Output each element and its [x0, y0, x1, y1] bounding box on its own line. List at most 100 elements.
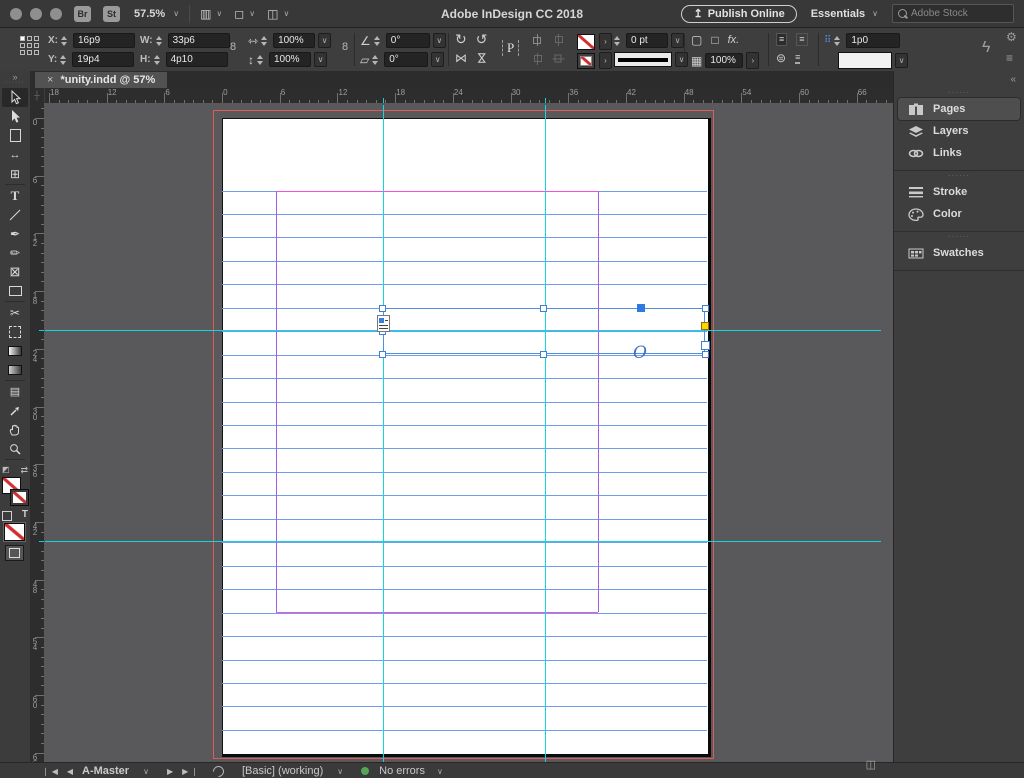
selection-handle[interactable]	[540, 350, 548, 358]
adobe-stock-search[interactable]: Adobe Stock	[892, 4, 1014, 23]
margin-guide-top[interactable]	[275, 190, 598, 192]
content-collector-tool[interactable]: ⊞	[2, 164, 28, 183]
next-page-button[interactable]: ▶	[167, 767, 173, 776]
stroke-type-dropdown[interactable]: ∨	[675, 52, 688, 67]
wrap-none-button[interactable]: ≡	[776, 33, 788, 46]
ruler-guide-horizontal[interactable]	[222, 260, 707, 262]
rotation-input[interactable]: 0°	[385, 33, 430, 48]
frame-tool[interactable]: ⊠	[2, 262, 28, 281]
pen-tool[interactable]: ✒	[2, 224, 28, 243]
gradient-swatch-tool[interactable]	[2, 341, 28, 360]
canvas-pasteboard[interactable]: O	[44, 103, 893, 762]
margin-guide-bottom[interactable]	[275, 612, 598, 613]
shear-stepper[interactable]	[372, 54, 381, 65]
gradient-feather-tool[interactable]	[2, 360, 28, 379]
preview-mode-button[interactable]	[5, 545, 24, 561]
scissors-tool[interactable]: ✂	[2, 303, 28, 322]
flip-horizontal-button[interactable]: ⋈	[455, 52, 467, 64]
out-port-handle[interactable]	[700, 340, 710, 350]
scale-y-input[interactable]: 100%	[269, 52, 311, 67]
ruler-guide-horizontal-cyan[interactable]	[45, 541, 881, 542]
selection-handle[interactable]	[701, 304, 709, 312]
shear-input[interactable]: 0°	[384, 52, 429, 67]
default-swatches-icon[interactable]: ◩	[2, 465, 10, 474]
rotation-dropdown[interactable]: ∨	[432, 33, 446, 48]
panel-group-drag-dots[interactable]: ······	[894, 171, 1024, 181]
panel-group-drag-dots[interactable]: ······	[894, 88, 1024, 98]
panel-gear-button[interactable]: ⚙	[1006, 31, 1017, 43]
ruler-guide-vertical-cyan[interactable]	[545, 105, 546, 762]
height-input[interactable]: 4p10	[165, 52, 228, 67]
x-position-input[interactable]: 16p9	[73, 33, 135, 48]
page-tool[interactable]	[2, 126, 28, 145]
ruler-guide-horizontal[interactable]	[222, 213, 707, 215]
horizontal-ruler[interactable]: ┼ 18 12 6 0 6 12 18 24 30 36 42 48 54 60 66	[30, 88, 893, 104]
ruler-guide-horizontal[interactable]	[222, 706, 707, 708]
view-options-dropdown[interactable]: ▥ ∨	[200, 7, 222, 21]
ruler-guide-horizontal[interactable]	[222, 659, 707, 661]
corner-size-stepper[interactable]	[834, 35, 843, 46]
selection-tool[interactable]	[2, 88, 28, 107]
panel-button-stroke[interactable]: Stroke	[898, 181, 1020, 203]
direct-selection-tool[interactable]	[2, 107, 28, 126]
stroke-weight-dropdown[interactable]: ∨	[671, 33, 684, 48]
swap-fill-stroke-icon[interactable]: ⇄	[20, 465, 28, 476]
selection-handle[interactable]	[379, 304, 386, 312]
h-stepper[interactable]	[153, 54, 163, 65]
panel-menu-button[interactable]: ≡	[1006, 52, 1013, 64]
close-window-button[interactable]	[10, 7, 22, 20]
scale-y-dropdown[interactable]: ∨	[314, 52, 327, 67]
scale-y-stepper[interactable]	[257, 54, 266, 65]
panel-button-layers[interactable]: Layers	[898, 120, 1020, 142]
formatting-affects-container-button[interactable]	[2, 511, 12, 521]
scale-x-dropdown[interactable]: ∨	[318, 33, 332, 48]
object-style-dropdown[interactable]: ∨	[895, 53, 908, 68]
stock-chip-button[interactable]: St	[103, 5, 120, 22]
y-position-input[interactable]: 19p4	[72, 52, 135, 67]
selection-handle[interactable]	[540, 304, 548, 312]
quick-actions-button[interactable]: ϟ	[982, 40, 990, 56]
corner-size-input[interactable]: 1p0	[846, 33, 901, 48]
ruler-guide-horizontal[interactable]	[222, 495, 707, 497]
apply-none-button[interactable]	[4, 523, 25, 541]
ruler-guide-horizontal[interactable]	[222, 565, 707, 567]
ruler-guide-horizontal[interactable]	[222, 401, 707, 403]
width-input[interactable]: 33p6	[167, 33, 230, 48]
panel-button-pages[interactable]: Pages	[898, 98, 1020, 120]
scale-x-stepper[interactable]	[261, 35, 270, 46]
distribute-v-icon[interactable]	[532, 53, 543, 65]
screen-mode-dropdown[interactable]: ◫ ∨	[267, 7, 289, 21]
stroke-color-arrow[interactable]: ›	[599, 33, 612, 50]
gap-tool[interactable]: ↔	[2, 145, 28, 164]
rectangle-tool[interactable]	[2, 281, 28, 300]
ruler-guide-horizontal[interactable]	[222, 284, 707, 286]
corner-options-icon[interactable]: ▢	[691, 34, 702, 46]
y-stepper[interactable]	[60, 54, 69, 65]
previous-page-button[interactable]: ◀	[67, 767, 73, 776]
first-page-button[interactable]: ❘ ◀	[42, 767, 58, 776]
ruler-guide-horizontal[interactable]	[222, 682, 707, 684]
stroke-weight-input[interactable]: 0 pt	[626, 33, 668, 48]
page-select-dropdown[interactable]: A-Master ∨	[82, 765, 149, 777]
select-container-button[interactable]: P	[502, 40, 520, 56]
rotate-cw-button[interactable]: ↻	[455, 32, 467, 46]
corner-shape-icon[interactable]: □	[711, 34, 718, 46]
frame-edges-dropdown[interactable]: ◻ ∨	[234, 7, 255, 21]
selection-handle-solid[interactable]	[637, 304, 645, 312]
preflight-profile-dropdown[interactable]: [Basic] (working) ∨	[242, 765, 343, 777]
wrap-bounding-box-button[interactable]: ≡	[796, 33, 808, 46]
stroke-weight-stepper[interactable]	[614, 35, 623, 46]
stroke-type-preview[interactable]	[614, 52, 672, 67]
ruler-guide-horizontal[interactable]	[222, 542, 707, 544]
type-tool[interactable]: T	[2, 186, 28, 205]
tools-panel-header[interactable]: » ······	[0, 71, 31, 88]
selected-text-frame[interactable]	[382, 308, 705, 354]
ruler-guide-horizontal[interactable]	[222, 378, 707, 380]
x-stepper[interactable]	[61, 35, 70, 46]
flip-vertical-button[interactable]: ⋈	[475, 52, 489, 64]
note-tool[interactable]: ▤	[2, 382, 28, 401]
corner-edit-handle[interactable]	[701, 322, 709, 330]
object-style-preview[interactable]	[838, 52, 892, 69]
spread-view-icon[interactable]: ◫	[866, 758, 876, 771]
hand-tool[interactable]	[2, 420, 28, 439]
